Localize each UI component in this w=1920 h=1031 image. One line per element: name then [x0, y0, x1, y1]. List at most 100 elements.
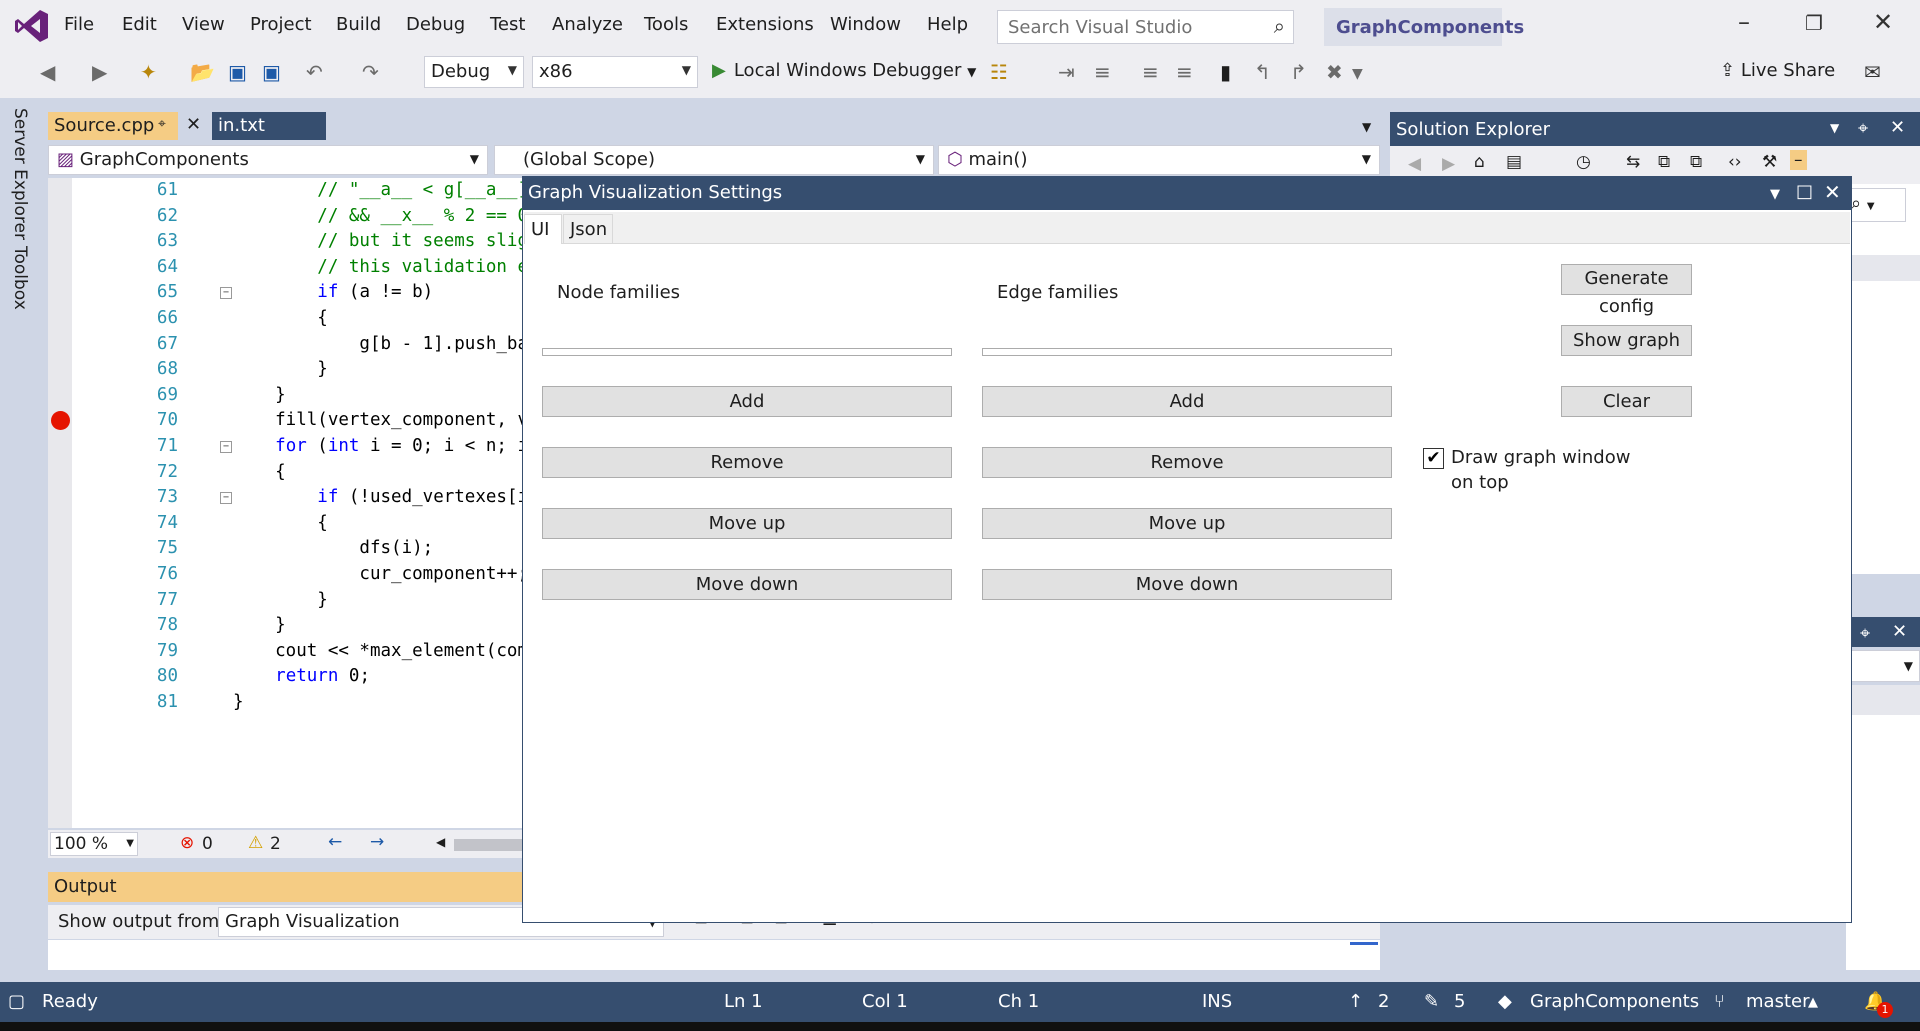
comment-icon[interactable]: ≡: [1142, 60, 1159, 84]
menu-item-build[interactable]: Build: [336, 14, 381, 35]
edge-add-button[interactable]: Add: [982, 386, 1392, 417]
uncomment-icon[interactable]: ≡: [1176, 60, 1193, 84]
breakpoint-icon[interactable]: [51, 411, 70, 430]
tab-source-cpp[interactable]: Source.cpp ⌖: [48, 112, 178, 140]
generate-config-button[interactable]: Generate config: [1561, 264, 1692, 317]
collapse-region-icon[interactable]: −: [220, 287, 232, 300]
code-line[interactable]: 68 }: [48, 357, 524, 383]
show-graph-button[interactable]: Show graph: [1561, 325, 1692, 356]
menu-item-view[interactable]: View: [182, 14, 225, 35]
branch-name[interactable]: master: [1746, 991, 1809, 1012]
switch-views-icon[interactable]: ▤: [1506, 152, 1522, 172]
node-move-down-button[interactable]: Move down: [542, 569, 952, 600]
menu-item-analyze[interactable]: Analyze: [552, 14, 623, 35]
edge-remove-button[interactable]: Remove: [982, 447, 1392, 478]
code-line[interactable]: 78 }: [48, 613, 524, 639]
collapse-all-icon[interactable]: ⧉: [1658, 152, 1670, 172]
node-add-button[interactable]: Add: [542, 386, 952, 417]
code-line[interactable]: 64 // this validation exp: [48, 255, 524, 281]
code-line[interactable]: 66 {: [48, 306, 524, 332]
next-bookmark-icon[interactable]: ↱: [1290, 60, 1307, 84]
error-icon[interactable]: ⊗: [180, 833, 194, 853]
clear-button[interactable]: Clear: [1561, 386, 1692, 417]
code-line[interactable]: 73 − if (!used_vertexes[i]): [48, 485, 524, 511]
branch-icon[interactable]: ⑂: [1714, 991, 1725, 1012]
sync-icon[interactable]: ⇆: [1626, 152, 1640, 172]
code-line[interactable]: 75 dfs(i);: [48, 536, 524, 562]
minimize-icon[interactable]: –: [1738, 8, 1750, 36]
home-icon[interactable]: ⌂: [1474, 152, 1485, 172]
node-remove-button[interactable]: Remove: [542, 447, 952, 478]
member-navigation-select[interactable]: ⬡ main() ▼: [938, 145, 1380, 175]
push-icon[interactable]: ↑: [1348, 991, 1363, 1012]
menu-item-help[interactable]: Help: [927, 14, 968, 35]
menu-item-project[interactable]: Project: [250, 14, 312, 35]
pencil-icon[interactable]: ✎: [1424, 991, 1439, 1012]
menu-item-window[interactable]: Window: [830, 14, 901, 35]
code-line[interactable]: 74 {: [48, 511, 524, 537]
pin-icon[interactable]: ⌖: [158, 116, 166, 132]
code-line[interactable]: 69 }: [48, 383, 524, 409]
node-families-list[interactable]: [542, 348, 952, 356]
status-insert-mode[interactable]: INS: [1202, 991, 1232, 1012]
dialog-menu-icon[interactable]: ▼: [1770, 187, 1780, 202]
code-line[interactable]: 70 fill(vertex_component, ver: [48, 408, 524, 434]
unpushed-commits-count[interactable]: 2: [1378, 991, 1389, 1012]
zoom-select[interactable]: 100 % ▼: [50, 832, 138, 856]
forward-icon[interactable]: ▶: [92, 60, 107, 84]
repository-name[interactable]: GraphComponents: [1530, 991, 1699, 1012]
new-project-icon[interactable]: ✦: [140, 60, 157, 84]
tab-ui[interactable]: UI: [524, 214, 562, 244]
properties-grid[interactable]: [1846, 715, 1920, 970]
close-icon[interactable]: ✕: [1873, 8, 1893, 36]
warning-icon[interactable]: ⚠: [248, 833, 263, 853]
collapse-region-icon[interactable]: −: [220, 492, 232, 505]
collapse-region-icon[interactable]: −: [220, 441, 232, 453]
project-navigation-select[interactable]: ▨ GraphComponents ▼: [48, 145, 488, 175]
show-all-files-icon[interactable]: ⧉: [1690, 152, 1702, 172]
maximize-icon[interactable]: □: [1796, 181, 1813, 202]
scope-navigation-select[interactable]: (Global Scope) ▼: [494, 145, 934, 175]
live-share-button[interactable]: ⇪ Live Share: [1720, 60, 1835, 81]
back-icon[interactable]: ◀: [1408, 154, 1421, 174]
undo-icon[interactable]: ↶: [306, 60, 323, 84]
feedback-icon[interactable]: ✉: [1864, 60, 1881, 84]
clear-bookmarks-icon[interactable]: ✖: [1326, 60, 1343, 84]
code-line[interactable]: 62 // && __x__ % 2 == 0": [48, 204, 524, 230]
code-line[interactable]: 67 g[b - 1].push_back: [48, 332, 524, 358]
draw-on-top-checkbox[interactable]: ✔: [1423, 448, 1444, 469]
preview-icon[interactable]: –: [1790, 150, 1807, 170]
repository-icon[interactable]: ◆: [1498, 991, 1512, 1012]
view-code-icon[interactable]: ‹›: [1728, 152, 1742, 172]
code-line[interactable]: 81}: [48, 690, 524, 716]
tab-in-txt[interactable]: in.txt: [212, 112, 326, 140]
solution-platform-select[interactable]: x86 ▼: [532, 56, 698, 88]
outdent-icon[interactable]: ≡: [1094, 60, 1111, 84]
server-explorer-tab[interactable]: Server Explorer: [10, 108, 30, 240]
code-line[interactable]: 77 }: [48, 588, 524, 614]
pending-changes-icon[interactable]: ◷: [1576, 152, 1591, 172]
code-line[interactable]: 79 cout << *max_element(compo: [48, 639, 524, 665]
find-in-files-icon[interactable]: ☷: [990, 60, 1008, 84]
save-icon[interactable]: ▣: [228, 60, 247, 84]
menu-item-test[interactable]: Test: [490, 14, 525, 35]
redo-icon[interactable]: ↷: [362, 60, 379, 84]
pin-icon[interactable]: ⌖: [1858, 118, 1868, 139]
properties-icon[interactable]: ⚒: [1762, 152, 1777, 172]
next-issue-icon[interactable]: →: [370, 832, 384, 852]
solution-search-input[interactable]: ⌕ ▼: [1846, 188, 1906, 222]
solution-configuration-select[interactable]: Debug ▼: [424, 56, 524, 88]
edge-families-list[interactable]: [982, 348, 1392, 356]
code-line[interactable]: 65 − if (a != b): [48, 280, 524, 306]
forward-icon[interactable]: ▶: [1442, 154, 1455, 174]
window-position-icon[interactable]: ▼: [1830, 121, 1839, 135]
code-line[interactable]: 61 // "__a__ < g[__a__][_: [48, 178, 524, 204]
close-tab-icon[interactable]: ✕: [186, 114, 201, 135]
menu-item-extensions[interactable]: Extensions: [716, 14, 814, 35]
toolbar-overflow-icon[interactable]: ▼: [1352, 66, 1363, 82]
menu-item-file[interactable]: File: [64, 14, 94, 35]
step-icon[interactable]: ⇥: [1058, 60, 1075, 84]
properties-object-select[interactable]: ▼: [1846, 650, 1920, 682]
search-input[interactable]: Search Visual Studio ⌕: [997, 10, 1294, 44]
start-debugger-button[interactable]: ▶ Local Windows Debugger ▼: [712, 60, 976, 81]
